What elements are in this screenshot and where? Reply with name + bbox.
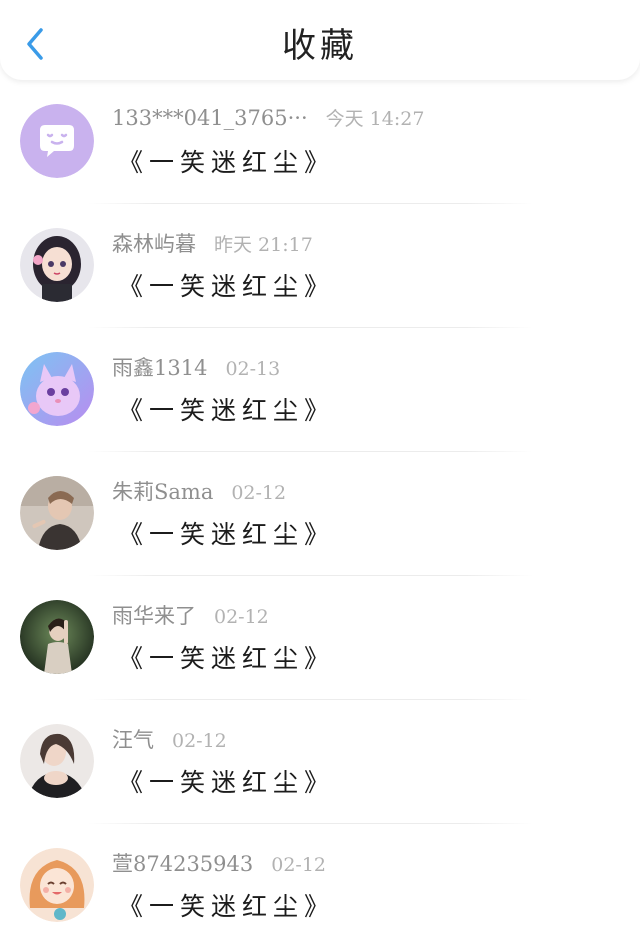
item-meta: 133***041_3765··· 今天 14:27	[112, 104, 424, 134]
favorite-item[interactable]: 森林屿暮 昨天 21:17 《一笑迷红尘》	[0, 204, 640, 328]
favorite-title: 《一笑迷红尘》	[118, 396, 336, 425]
item-meta: 森林屿暮 昨天 21:17	[112, 228, 313, 258]
favorite-title: 《一笑迷红尘》	[118, 148, 336, 177]
user-name[interactable]: 雨鑫1314	[112, 352, 207, 382]
favorites-list: 133***041_3765··· 今天 14:27 《一笑迷红尘》 森林屿暮 …	[0, 80, 640, 948]
user-name[interactable]: 萱874235943	[112, 848, 253, 878]
page-title: 收藏	[282, 26, 358, 66]
user-name[interactable]: 朱莉Sama	[112, 476, 213, 506]
photo-avatar-image	[20, 600, 94, 674]
favorite-title: 《一笑迷红尘》	[118, 892, 336, 921]
avatar[interactable]	[20, 228, 94, 302]
timestamp: 02-12	[271, 854, 327, 876]
top-bar: 收藏	[0, 0, 640, 80]
timestamp: 昨天 21:17	[214, 234, 313, 256]
item-meta: 朱莉Sama 02-12	[112, 476, 286, 506]
avatar[interactable]	[20, 848, 94, 922]
item-meta: 汪气 02-12	[112, 724, 227, 754]
favorite-title: 《一笑迷红尘》	[118, 520, 336, 549]
favorite-item[interactable]: 朱莉Sama 02-12 《一笑迷红尘》	[0, 452, 640, 576]
timestamp: 02-12	[214, 606, 269, 628]
favorite-title: 《一笑迷红尘》	[118, 644, 336, 673]
favorite-item[interactable]: 133***041_3765··· 今天 14:27 《一笑迷红尘》	[0, 80, 640, 204]
user-name[interactable]: 森林屿暮	[112, 228, 196, 258]
favorite-item[interactable]: 雨华来了 02-12 《一笑迷红尘》	[0, 576, 640, 700]
avatar[interactable]	[20, 104, 94, 178]
chat-bubble-icon	[20, 104, 94, 178]
user-name[interactable]: 133***041_3765···	[112, 106, 308, 130]
item-meta: 雨鑫1314 02-13	[112, 352, 280, 382]
timestamp: 02-13	[225, 358, 281, 380]
timestamp: 02-12	[172, 730, 227, 752]
anime-girl-avatar-image	[20, 228, 94, 302]
favorite-title: 《一笑迷红尘》	[118, 768, 336, 797]
photo-avatar-image	[20, 476, 94, 550]
avatar[interactable]	[20, 724, 94, 798]
timestamp: 02-12	[231, 482, 287, 504]
item-meta: 雨华来了 02-12	[112, 600, 269, 630]
favorite-item[interactable]: 雨鑫1314 02-13 《一笑迷红尘》	[0, 328, 640, 452]
photo-avatar-image	[20, 724, 94, 798]
favorite-item[interactable]: 萱874235943 02-12 《一笑迷红尘》	[0, 824, 640, 948]
user-name[interactable]: 雨华来了	[112, 600, 196, 630]
avatar[interactable]	[20, 600, 94, 674]
avatar[interactable]	[20, 476, 94, 550]
user-name[interactable]: 汪气	[112, 724, 154, 754]
purple-cat-avatar-image	[20, 352, 94, 426]
cartoon-girl-avatar-image	[20, 848, 94, 922]
favorite-title: 《一笑迷红尘》	[118, 272, 336, 301]
timestamp: 今天 14:27	[325, 108, 425, 130]
item-meta: 萱874235943 02-12	[112, 848, 326, 878]
avatar[interactable]	[20, 352, 94, 426]
favorite-item[interactable]: 汪气 02-12 《一笑迷红尘》	[0, 700, 640, 824]
